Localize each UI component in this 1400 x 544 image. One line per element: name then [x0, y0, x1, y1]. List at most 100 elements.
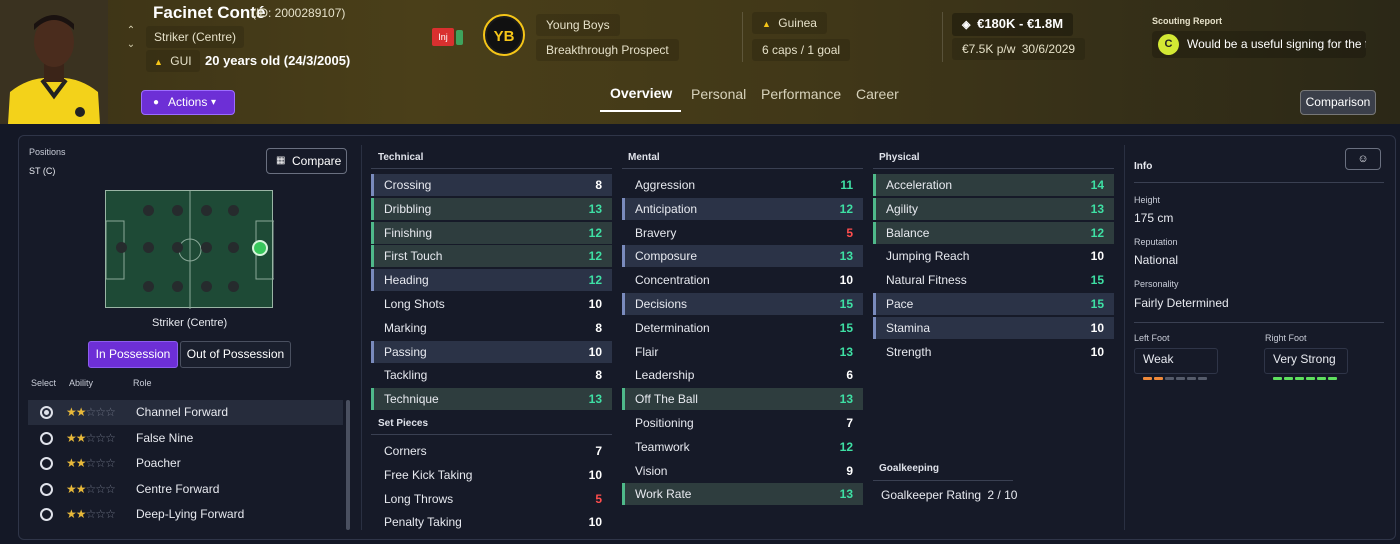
role-radio[interactable] [40, 482, 53, 496]
attribute-row[interactable]: Off The Ball 13 [622, 388, 863, 411]
attribute-row[interactable]: Long Shots 10 [371, 293, 612, 315]
attribute-row[interactable]: Jumping Reach 10 [873, 245, 1114, 267]
attribute-row[interactable]: Stamina 10 [873, 316, 1114, 339]
attribute-name: Free Kick Taking [384, 467, 473, 482]
scouting-report[interactable]: C Would be a useful signing for the f... [1152, 31, 1366, 58]
role-radio[interactable] [40, 457, 53, 470]
attribute-row[interactable]: Marking 8 [371, 317, 612, 339]
attribute-row[interactable]: Heading 12 [371, 269, 612, 292]
attribute-row[interactable]: Anticipation 12 [622, 197, 863, 220]
position-dot[interactable] [201, 205, 212, 216]
nation-flag-icon: ▲ [154, 57, 163, 67]
attribute-name: Finishing [384, 225, 433, 240]
attribute-row[interactable]: Agility 13 [873, 197, 1114, 220]
attribute-row[interactable]: Penalty Taking 10 [371, 511, 612, 533]
attribute-row[interactable]: Composure 13 [622, 245, 863, 268]
attribute-value: 5 [595, 491, 602, 506]
attribute-value: 6 [846, 368, 853, 383]
position-dot[interactable] [201, 242, 212, 253]
right-foot-meter [1273, 369, 1347, 383]
price-tag-icon: ◈ [962, 19, 971, 31]
role-radio[interactable] [40, 406, 53, 419]
attribute-row[interactable]: Natural Fitness 15 [873, 269, 1114, 291]
attribute-row[interactable]: Acceleration 14 [873, 174, 1114, 196]
attribute-row[interactable]: Flair 13 [622, 341, 863, 363]
player-nav-arrows[interactable]: ⌃ ⌄ [124, 24, 138, 52]
attribute-row[interactable]: Decisions 15 [622, 293, 863, 315]
highlight-marker [622, 388, 625, 411]
attribute-row[interactable]: Leadership 6 [622, 364, 863, 386]
position-pitch[interactable] [105, 190, 274, 309]
tab-career[interactable]: Career [856, 86, 899, 102]
chevron-down-icon[interactable]: ⌄ [124, 38, 138, 52]
attribute-row[interactable]: Teamwork 12 [622, 436, 863, 458]
position-dot[interactable] [172, 205, 183, 216]
person-settings-icon: ☺ [1357, 153, 1369, 165]
position-dot[interactable] [228, 205, 239, 216]
position-dot[interactable] [143, 205, 154, 216]
out-of-possession-toggle[interactable]: Out of Possession [180, 341, 291, 368]
attribute-row[interactable]: Long Throws 5 [371, 488, 612, 510]
attribute-name: Agility [886, 201, 919, 216]
club-status: Breakthrough Prospect [536, 39, 679, 61]
role-row[interactable]: ★★☆☆☆ Centre Forward [28, 477, 343, 502]
attribute-row[interactable]: Free Kick Taking 10 [371, 464, 612, 486]
attribute-row[interactable]: Corners 7 [371, 440, 612, 462]
attribute-row[interactable]: Concentration 10 [622, 269, 863, 291]
attribute-row[interactable]: First Touch 12 [371, 245, 612, 268]
role-radio[interactable] [40, 431, 53, 445]
attribute-row[interactable]: Determination 15 [622, 317, 863, 339]
position-dot[interactable] [172, 242, 183, 253]
attribute-row[interactable]: Vision 9 [622, 460, 863, 482]
attribute-row[interactable]: Crossing 8 [371, 174, 612, 196]
position-dot[interactable] [228, 281, 239, 292]
attribute-row[interactable]: Dribbling 13 [371, 197, 612, 220]
international-country[interactable]: ▲ Guinea [752, 12, 827, 34]
current-position-marker[interactable] [252, 240, 268, 256]
position-dot[interactable] [143, 281, 154, 292]
attribute-row[interactable]: Pace 15 [873, 293, 1114, 315]
attribute-row[interactable]: Balance 12 [873, 221, 1114, 244]
position-dot[interactable] [116, 242, 127, 253]
attribute-row[interactable]: Finishing 12 [371, 221, 612, 244]
info-settings-button[interactable]: ☺ [1345, 148, 1381, 170]
attribute-row[interactable]: Technique 13 [371, 388, 612, 411]
role-row[interactable]: ★★☆☆☆ Deep-Lying Forward [28, 502, 343, 527]
chevron-up-icon[interactable]: ⌃ [124, 24, 138, 38]
attribute-name: Teamwork [635, 439, 690, 454]
attribute-row[interactable]: Work Rate 13 [622, 483, 863, 506]
tab-overview[interactable]: Overview [610, 85, 672, 101]
highlight-marker [873, 174, 876, 196]
position-dot[interactable] [201, 281, 212, 292]
attribute-row[interactable]: Tackling 8 [371, 364, 612, 386]
compare-button[interactable]: ▦ Compare [266, 148, 347, 174]
position-dot[interactable] [143, 242, 154, 253]
highlight-marker [873, 316, 876, 339]
role-row[interactable]: ★★☆☆☆ False Nine [28, 426, 343, 451]
comparison-button[interactable]: Comparison [1300, 90, 1376, 115]
role-list-scrollbar[interactable] [346, 400, 350, 530]
attribute-row[interactable]: Positioning 7 [622, 412, 863, 434]
position-dot[interactable] [172, 281, 183, 292]
scouting-summary: Would be a useful signing for the f... [1187, 37, 1366, 51]
actions-button[interactable]: ● Actions ▾ [141, 90, 235, 115]
club-name[interactable]: Young Boys [536, 14, 620, 36]
attribute-row[interactable]: Strength 10 [873, 341, 1114, 363]
role-row[interactable]: ★★☆☆☆ Poacher [28, 451, 343, 476]
role-row[interactable]: ★★☆☆☆ Channel Forward [28, 400, 343, 425]
position-dot[interactable] [228, 242, 239, 253]
mental-title: Mental [628, 152, 660, 163]
tab-personal[interactable]: Personal [691, 86, 746, 102]
attribute-name: Long Shots [384, 297, 445, 311]
attribute-row[interactable]: Bravery 5 [622, 222, 863, 244]
highlight-marker [371, 174, 374, 196]
role-name: Deep-Lying Forward [136, 507, 245, 521]
in-possession-toggle[interactable]: In Possession [88, 341, 178, 368]
tab-performance[interactable]: Performance [761, 86, 841, 102]
attribute-row[interactable]: Aggression 11 [622, 174, 863, 196]
club-badge-icon[interactable]: YB [483, 14, 525, 56]
injury-badge[interactable]: Inj [432, 28, 454, 46]
role-radio[interactable] [40, 508, 53, 521]
attribute-name: Penalty Taking [384, 515, 462, 530]
attribute-row[interactable]: Passing 10 [371, 340, 612, 363]
